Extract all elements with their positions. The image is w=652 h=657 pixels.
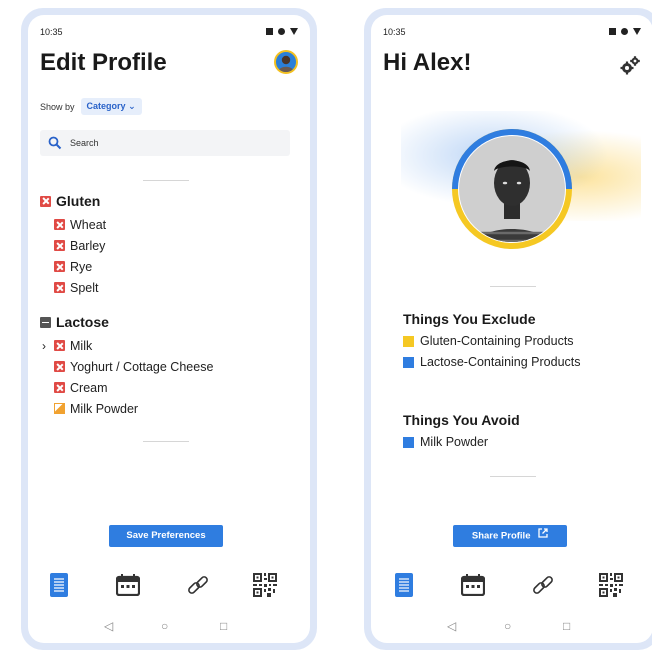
battery-icon: [633, 28, 641, 35]
excluded-icon: [54, 382, 65, 393]
link-icon: [533, 576, 553, 594]
battery-icon: [290, 28, 298, 35]
wifi-icon: [278, 28, 285, 35]
list-item[interactable]: Rye: [40, 256, 106, 277]
back-icon[interactable]: ◁: [447, 619, 456, 633]
avoid-item-milk-powder: Milk Powder: [403, 435, 488, 449]
signal-icon: [609, 28, 616, 35]
blue-swatch-icon: [403, 436, 414, 448]
divider: [490, 476, 536, 477]
excluded-icon: [54, 219, 65, 230]
tab-calendar[interactable]: [116, 572, 140, 598]
tab-documents[interactable]: [47, 572, 71, 598]
recents-icon[interactable]: □: [563, 619, 570, 633]
status-bar: 10:35: [40, 27, 298, 39]
status-bar: 10:35: [383, 27, 641, 39]
avatar-photo: [278, 55, 294, 72]
greeting-title: Hi Alex!: [383, 49, 472, 76]
blue-swatch-icon: [403, 356, 414, 368]
recents-icon[interactable]: □: [220, 619, 227, 633]
show-by-control: Show by Category ⌄: [40, 98, 142, 115]
excluded-icon: [40, 195, 51, 207]
excluded-icon: [54, 340, 65, 351]
list-item[interactable]: Wheat: [40, 214, 106, 235]
tab-bar: [28, 562, 310, 608]
avoided-icon: [54, 403, 65, 414]
chevron-right-icon: ›: [42, 339, 46, 353]
group-header-gluten[interactable]: Gluten: [40, 193, 106, 209]
screen-profile: 10:35 Hi Alex! Things You Exclude Gluten…: [371, 15, 652, 643]
list-item[interactable]: Milk Powder: [40, 398, 213, 419]
exclude-section-title: Things You Exclude: [403, 311, 536, 327]
list-item[interactable]: Barley: [40, 235, 106, 256]
tab-bar: [371, 562, 652, 608]
screen-edit-profile: 10:35 Edit Profile Show by Category ⌄ Se…: [28, 15, 310, 643]
share-profile-button[interactable]: Share Profile: [453, 525, 567, 547]
signal-icon: [266, 28, 273, 35]
calendar-icon: [461, 574, 485, 596]
list-item[interactable]: › Milk: [40, 335, 213, 356]
divider: [143, 441, 189, 442]
excluded-icon: [54, 240, 65, 251]
back-icon[interactable]: ◁: [104, 619, 113, 633]
list-item[interactable]: Spelt: [40, 277, 106, 298]
document-icon: [395, 573, 413, 597]
group-header-lactose[interactable]: Lactose: [40, 314, 213, 330]
link-icon: [188, 576, 208, 594]
exclude-item-gluten: Gluten-Containing Products: [403, 334, 574, 348]
profile-photo: [448, 125, 576, 253]
lactose-group: Lactose › Milk Yoghurt / Cottage Cheese C…: [40, 314, 213, 419]
save-preferences-button[interactable]: Save Preferences: [109, 525, 223, 547]
wifi-icon: [621, 28, 628, 35]
yellow-swatch-icon: [403, 335, 414, 347]
list-item[interactable]: Cream: [40, 377, 213, 398]
page-title: Edit Profile: [40, 49, 167, 76]
system-nav-bar: ◁ ○ □: [28, 613, 310, 643]
list-item[interactable]: Yoghurt / Cottage Cheese: [40, 356, 213, 377]
status-time: 10:35: [40, 27, 63, 37]
category-dropdown[interactable]: Category ⌄: [80, 98, 142, 115]
chevron-down-icon: ⌄: [128, 101, 136, 111]
divider: [490, 286, 536, 287]
excluded-icon: [54, 282, 65, 293]
search-placeholder: Search: [70, 138, 99, 148]
excluded-icon: [54, 261, 65, 272]
tab-documents[interactable]: [392, 572, 416, 598]
tab-links[interactable]: [186, 572, 210, 598]
external-link-icon: [538, 525, 548, 547]
gluten-group: Gluten Wheat Barley Rye Spelt: [40, 193, 106, 298]
avatar[interactable]: [274, 50, 298, 74]
qr-code-icon: [253, 573, 277, 597]
document-icon: [50, 573, 68, 597]
tab-qr-code[interactable]: [253, 572, 277, 598]
exclude-item-lactose: Lactose-Containing Products: [403, 355, 581, 369]
search-input[interactable]: Search: [40, 130, 290, 156]
status-time: 10:35: [383, 27, 406, 37]
settings-gear-icon[interactable]: [619, 55, 641, 80]
system-nav-bar: ◁ ○ □: [371, 613, 652, 643]
qr-code-icon: [599, 573, 623, 597]
phone-edit-profile: 10:35 Edit Profile Show by Category ⌄ Se…: [21, 8, 317, 650]
partial-group-icon: [40, 316, 51, 328]
show-by-label: Show by: [40, 101, 75, 112]
phone-profile: 10:35 Hi Alex! Things You Exclude Gluten…: [364, 8, 652, 650]
avoid-section-title: Things You Avoid: [403, 412, 520, 428]
excluded-icon: [54, 361, 65, 372]
search-icon: [48, 136, 62, 150]
home-icon[interactable]: ○: [161, 619, 168, 633]
calendar-icon: [116, 574, 140, 596]
tab-links[interactable]: [531, 572, 555, 598]
home-icon[interactable]: ○: [504, 619, 511, 633]
tab-qr-code[interactable]: [599, 572, 623, 598]
tab-calendar[interactable]: [461, 572, 485, 598]
divider: [143, 180, 189, 181]
